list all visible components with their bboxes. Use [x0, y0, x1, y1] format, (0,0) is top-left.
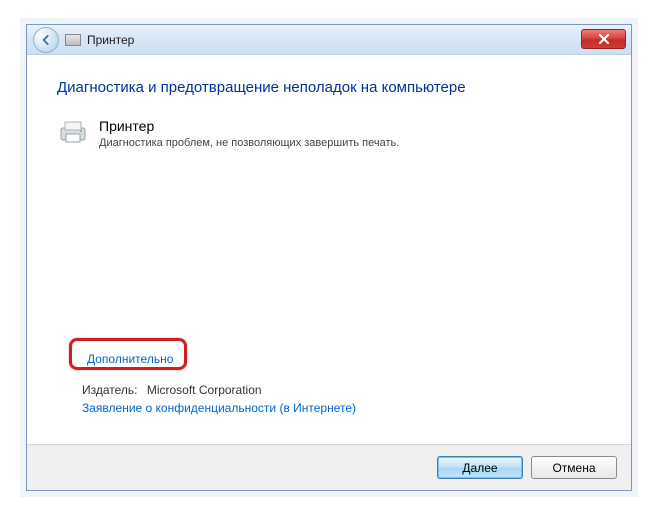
- footer: Далее Отмена: [27, 444, 631, 490]
- back-button[interactable]: [33, 27, 59, 53]
- troubleshooter-window: Принтер Диагностика и предотвращение неп…: [26, 24, 632, 491]
- page-heading: Диагностика и предотвращение неполадок н…: [57, 79, 601, 96]
- close-icon: [598, 34, 610, 44]
- cancel-button[interactable]: Отмена: [531, 456, 617, 479]
- publisher-value: Microsoft Corporation: [147, 383, 262, 397]
- privacy-link[interactable]: Заявление о конфиденциальности (в Интерн…: [82, 401, 356, 415]
- item-title: Принтер: [99, 118, 399, 135]
- troubleshooter-item: Принтер Диагностика проблем, не позволяю…: [57, 118, 601, 149]
- item-description: Диагностика проблем, не позволяющих заве…: [99, 137, 399, 149]
- advanced-link-wrap: Дополнительно: [77, 348, 183, 370]
- window-title: Принтер: [87, 33, 134, 47]
- advanced-link[interactable]: Дополнительно: [87, 352, 173, 366]
- next-button[interactable]: Далее: [437, 456, 523, 479]
- titlebar: Принтер: [27, 25, 631, 55]
- close-button[interactable]: [581, 29, 626, 49]
- publisher-label: Издатель:: [82, 383, 138, 397]
- arrow-left-icon: [39, 33, 53, 47]
- printer-icon: [57, 120, 89, 144]
- printer-small-icon: [65, 34, 81, 46]
- publisher-row: Издатель: Microsoft Corporation: [82, 383, 262, 397]
